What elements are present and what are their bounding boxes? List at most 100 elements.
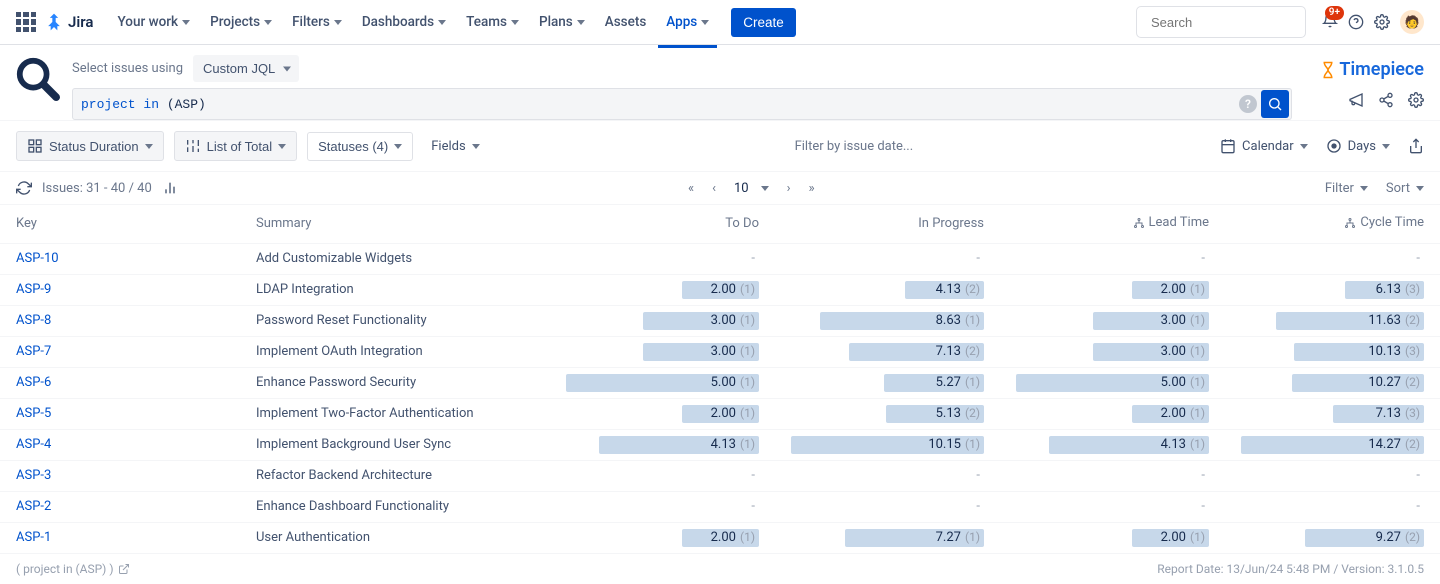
product-name: Jira — [68, 13, 93, 31]
jql-mode-dropdown[interactable]: Custom JQL — [193, 55, 299, 82]
chevron-down-icon — [1382, 144, 1390, 149]
chevron-down-icon — [145, 144, 153, 149]
nav-item-dashboards[interactable]: Dashboards — [354, 8, 454, 36]
col-inprogress[interactable]: In Progress — [775, 205, 1000, 243]
issue-summary: User Authentication — [240, 522, 550, 553]
table-row: ASP-2Enhance Dashboard Functionality---- — [0, 491, 1440, 522]
date-filter-hint[interactable]: Filter by issue date... — [498, 139, 1210, 154]
table-row: ASP-9LDAP Integration2.00(1)4.13(2)2.00(… — [0, 274, 1440, 305]
chevron-down-icon — [1360, 186, 1368, 191]
status-duration-dropdown[interactable]: Status Duration — [16, 131, 164, 161]
nav-item-plans[interactable]: Plans — [531, 8, 593, 36]
nav-item-apps[interactable]: Apps — [658, 8, 717, 36]
issue-key-link[interactable]: ASP-2 — [16, 499, 51, 514]
table-row: ASP-4Implement Background User Sync4.13(… — [0, 429, 1440, 460]
page-size[interactable]: 10 — [734, 181, 749, 196]
col-lead[interactable]: Lead Time — [1000, 205, 1225, 243]
table-row: ASP-1User Authentication2.00(1)7.27(1)2.… — [0, 522, 1440, 553]
nav-item-filters[interactable]: Filters — [284, 8, 350, 36]
nav-item-teams[interactable]: Teams — [458, 8, 527, 36]
statuses-dropdown[interactable]: Statuses (4) — [307, 132, 413, 161]
calendar-dropdown[interactable]: Calendar — [1220, 138, 1308, 154]
hierarchy-icon — [1133, 217, 1145, 229]
table-row: ASP-5 Implement Two-Factor Authentication… — [0, 398, 1440, 429]
col-cycle[interactable]: Cycle Time — [1225, 205, 1440, 243]
app-bar: Select issues using Custom JQL project i… — [0, 45, 1440, 121]
nav-item-projects[interactable]: Projects — [202, 8, 280, 36]
issue-key-link[interactable]: ASP-10 — [16, 251, 59, 266]
jql-text[interactable]: project in (ASP) — [81, 97, 1239, 112]
chart-icon[interactable] — [162, 180, 178, 196]
select-issues-label: Select issues using — [72, 61, 183, 76]
issue-key-link[interactable]: ASP-5 — [16, 406, 51, 421]
record-icon — [1326, 138, 1342, 154]
grid-icon — [27, 138, 43, 154]
table-row: ASP-3Refactor Backend Architecture---- — [0, 460, 1440, 491]
export-icon[interactable] — [1408, 138, 1424, 154]
col-key[interactable]: Key — [0, 205, 240, 243]
search-input[interactable] — [1151, 15, 1327, 30]
days-dropdown[interactable]: Days — [1326, 138, 1390, 154]
issues-table: Key Summary To Do In Progress Lead Time … — [0, 205, 1440, 554]
chevron-down-icon — [264, 20, 272, 25]
external-link-icon[interactable] — [118, 563, 130, 575]
table-row: ASP-10Add Customizable Widgets---- — [0, 243, 1440, 274]
issue-summary: LDAP Integration — [240, 274, 550, 305]
topright-icons: 9+ 🧑 — [1322, 10, 1424, 34]
issue-summary: Implement Two-Factor Authentication — [240, 398, 550, 429]
issue-summary: Add Customizable Widgets — [240, 243, 550, 274]
timepiece-logo[interactable]: Timepiece — [1319, 59, 1424, 80]
chevron-down-icon — [1416, 186, 1424, 191]
issue-key-link[interactable]: ASP-4 — [16, 437, 51, 452]
page-first-icon[interactable]: « — [688, 181, 694, 196]
sort-dropdown[interactable]: Sort — [1386, 181, 1424, 196]
page-next-icon[interactable]: › — [787, 181, 791, 196]
issue-key-link[interactable]: ASP-3 — [16, 468, 51, 483]
app-switcher-icon[interactable] — [16, 12, 36, 32]
page-last-icon[interactable]: » — [809, 181, 815, 196]
footer-meta: Report Date: 13/Jun/24 5:48 PM / Version… — [1157, 562, 1424, 576]
notifications-button[interactable]: 9+ — [1322, 12, 1338, 32]
issue-key-link[interactable]: ASP-7 — [16, 344, 51, 359]
chevron-down-icon — [511, 20, 519, 25]
chevron-down-icon — [278, 144, 286, 149]
create-button[interactable]: Create — [731, 8, 796, 37]
table-row: ASP-7Implement OAuth Integration3.00(1)7… — [0, 336, 1440, 367]
help-icon[interactable] — [1348, 14, 1364, 30]
issue-key-link[interactable]: ASP-8 — [16, 313, 51, 328]
col-summary[interactable]: Summary — [240, 205, 550, 243]
jira-logo[interactable]: Jira — [44, 12, 93, 32]
share-icon[interactable] — [1378, 92, 1394, 108]
chevron-down-icon — [438, 20, 446, 25]
issue-key-link[interactable]: ASP-9 — [16, 282, 51, 297]
issue-summary: Implement Background User Sync — [240, 429, 550, 460]
chevron-down-icon — [182, 20, 190, 25]
hierarchy-icon — [1344, 217, 1356, 229]
settings-icon[interactable] — [1408, 92, 1424, 108]
page-prev-icon[interactable]: ‹ — [712, 181, 716, 196]
fields-dropdown[interactable]: Fields — [423, 133, 487, 160]
pager-row: Issues: 31 - 40 / 40 « ‹ 10 › » Filter S… — [0, 172, 1440, 205]
footer: ( project in (ASP) ) Report Date: 13/Jun… — [0, 554, 1440, 584]
chevron-down-icon — [472, 144, 480, 149]
col-todo[interactable]: To Do — [550, 205, 775, 243]
filter-dropdown[interactable]: Filter — [1325, 181, 1368, 196]
jql-input-row[interactable]: project in (ASP) ? — [72, 88, 1292, 120]
issue-key-link[interactable]: ASP-1 — [16, 530, 51, 545]
refresh-icon[interactable] — [16, 180, 32, 196]
nav-item-your-work[interactable]: Your work — [109, 8, 198, 36]
jql-search-button[interactable] — [1261, 90, 1289, 118]
chevron-down-icon — [1300, 144, 1308, 149]
jql-help-icon[interactable]: ? — [1239, 95, 1257, 113]
chevron-down-icon — [394, 144, 402, 149]
settings-icon[interactable] — [1374, 14, 1390, 30]
nav-items: Your workProjectsFiltersDashboardsTeamsP… — [109, 8, 717, 36]
announce-icon[interactable] — [1348, 92, 1364, 108]
issue-summary: Enhance Password Security — [240, 367, 550, 398]
list-total-dropdown[interactable]: List of Total — [174, 131, 298, 161]
user-avatar[interactable]: 🧑 — [1400, 10, 1424, 34]
global-search[interactable] — [1136, 6, 1306, 38]
issue-key-link[interactable]: ASP-6 — [16, 375, 51, 390]
nav-item-assets[interactable]: Assets — [597, 8, 655, 36]
toolbar: Status Duration List of Total Statuses (… — [0, 121, 1440, 172]
